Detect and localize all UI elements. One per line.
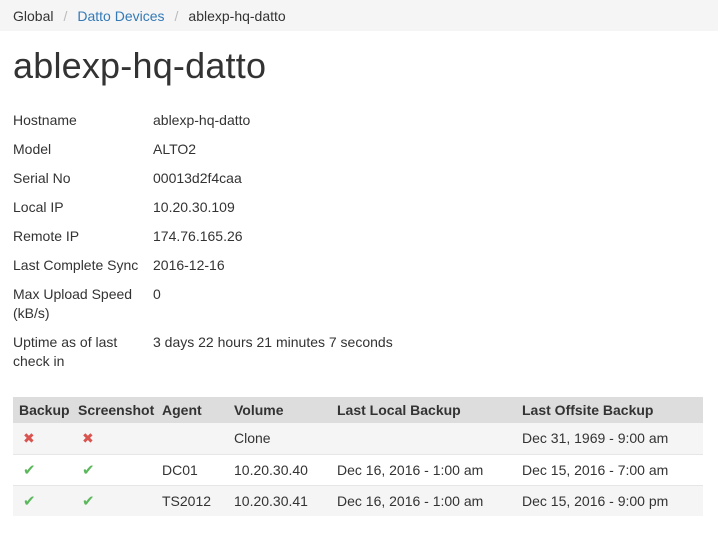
last-local-backup-cell (331, 423, 516, 454)
detail-value: ALTO2 (153, 141, 197, 157)
detail-row-last-sync: Last Complete Sync 2016-12-16 (13, 256, 703, 285)
detail-row-local-ip: Local IP 10.20.30.109 (13, 198, 703, 227)
detail-label: Local IP (13, 199, 64, 215)
detail-label: Hostname (13, 112, 77, 128)
screenshot-status-cell: ✖ (72, 423, 156, 454)
backup-status-cell: ✖ (13, 423, 72, 454)
check-icon: ✔ (82, 492, 95, 510)
detail-label: Remote IP (13, 228, 80, 244)
last-local-backup-cell: Dec 16, 2016 - 1:00 am (331, 453, 516, 485)
breadcrumb-global[interactable]: Global (13, 8, 53, 24)
check-icon: ✔ (23, 461, 36, 479)
detail-row-hostname: Hostname ablexp-hq-datto (13, 111, 703, 140)
breadcrumb-datto-devices-link[interactable]: Datto Devices (77, 8, 164, 24)
detail-value: 3 days 22 hours 21 minutes 7 seconds (153, 334, 393, 350)
column-header-backup: Backup (13, 397, 72, 423)
x-icon: ✖ (23, 429, 35, 446)
backup-agents-table: Backup Screenshot Agent Volume Last Loca… (13, 397, 703, 516)
column-header-agent: Agent (156, 397, 228, 423)
column-header-screenshot: Screenshot (72, 397, 156, 423)
detail-value: 00013d2f4caa (153, 170, 242, 186)
backup-status-cell: ✔ (13, 484, 72, 516)
detail-label: Serial No (13, 170, 71, 186)
last-offsite-backup-cell: Dec 15, 2016 - 7:00 am (516, 453, 703, 485)
volume-cell: Clone (228, 423, 331, 454)
detail-row-model: Model ALTO2 (13, 140, 703, 169)
backup-status-cell: ✔ (13, 453, 72, 485)
table-row: ✔ ✔ TS2012 10.20.30.41 Dec 16, 2016 - 1:… (13, 484, 703, 516)
detail-label: Last Complete Sync (13, 257, 139, 273)
last-offsite-backup-cell: Dec 15, 2016 - 9:00 pm (516, 484, 703, 516)
detail-value: 2016-12-16 (153, 257, 225, 273)
column-header-last-local-backup: Last Local Backup (331, 397, 516, 423)
breadcrumb-current: ablexp-hq-datto (188, 7, 286, 24)
column-header-last-offsite-backup: Last Offsite Backup (516, 397, 703, 423)
check-icon: ✔ (82, 461, 95, 479)
volume-cell: 10.20.30.41 (228, 484, 331, 516)
last-offsite-backup-cell: Dec 31, 1969 - 9:00 am (516, 423, 703, 454)
screenshot-status-cell: ✔ (72, 484, 156, 516)
detail-value: 0 (153, 286, 161, 302)
volume-cell: 10.20.30.40 (228, 453, 331, 485)
page-title: ablexp-hq-datto (13, 45, 267, 86)
agent-cell: DC01 (156, 453, 228, 485)
detail-row-serial: Serial No 00013d2f4caa (13, 169, 703, 198)
detail-row-remote-ip: Remote IP 174.76.165.26 (13, 227, 703, 256)
breadcrumb: Global / Datto Devices / ablexp-hq-datto (0, 0, 718, 31)
detail-row-uptime: Uptime as of last check in 3 days 22 hou… (13, 333, 703, 373)
detail-label: Uptime as of last check in (13, 334, 118, 369)
breadcrumb-separator: / (174, 7, 179, 24)
detail-value: ablexp-hq-datto (153, 112, 251, 128)
detail-label: Max Upload Speed (kB/s) (13, 286, 133, 321)
column-header-volume: Volume (228, 397, 331, 423)
check-icon: ✔ (23, 492, 36, 510)
detail-row-upload-speed: Max Upload Speed (kB/s) 0 (13, 285, 703, 333)
last-local-backup-cell: Dec 16, 2016 - 1:00 am (331, 484, 516, 516)
detail-label: Model (13, 141, 52, 157)
screenshot-status-cell: ✔ (72, 453, 156, 485)
x-icon: ✖ (82, 429, 94, 446)
agent-cell (156, 423, 228, 454)
device-details: Hostname ablexp-hq-datto Model ALTO2 Ser… (13, 111, 703, 373)
table-row: ✔ ✔ DC01 10.20.30.40 Dec 16, 2016 - 1:00… (13, 453, 703, 485)
table-row: ✖ ✖ Clone Dec 31, 1969 - 9:00 am (13, 423, 703, 454)
detail-value: 174.76.165.26 (153, 228, 243, 244)
breadcrumb-separator: / (63, 7, 68, 24)
table-header-row: Backup Screenshot Agent Volume Last Loca… (13, 397, 703, 423)
detail-value: 10.20.30.109 (153, 199, 235, 215)
agent-cell: TS2012 (156, 484, 228, 516)
